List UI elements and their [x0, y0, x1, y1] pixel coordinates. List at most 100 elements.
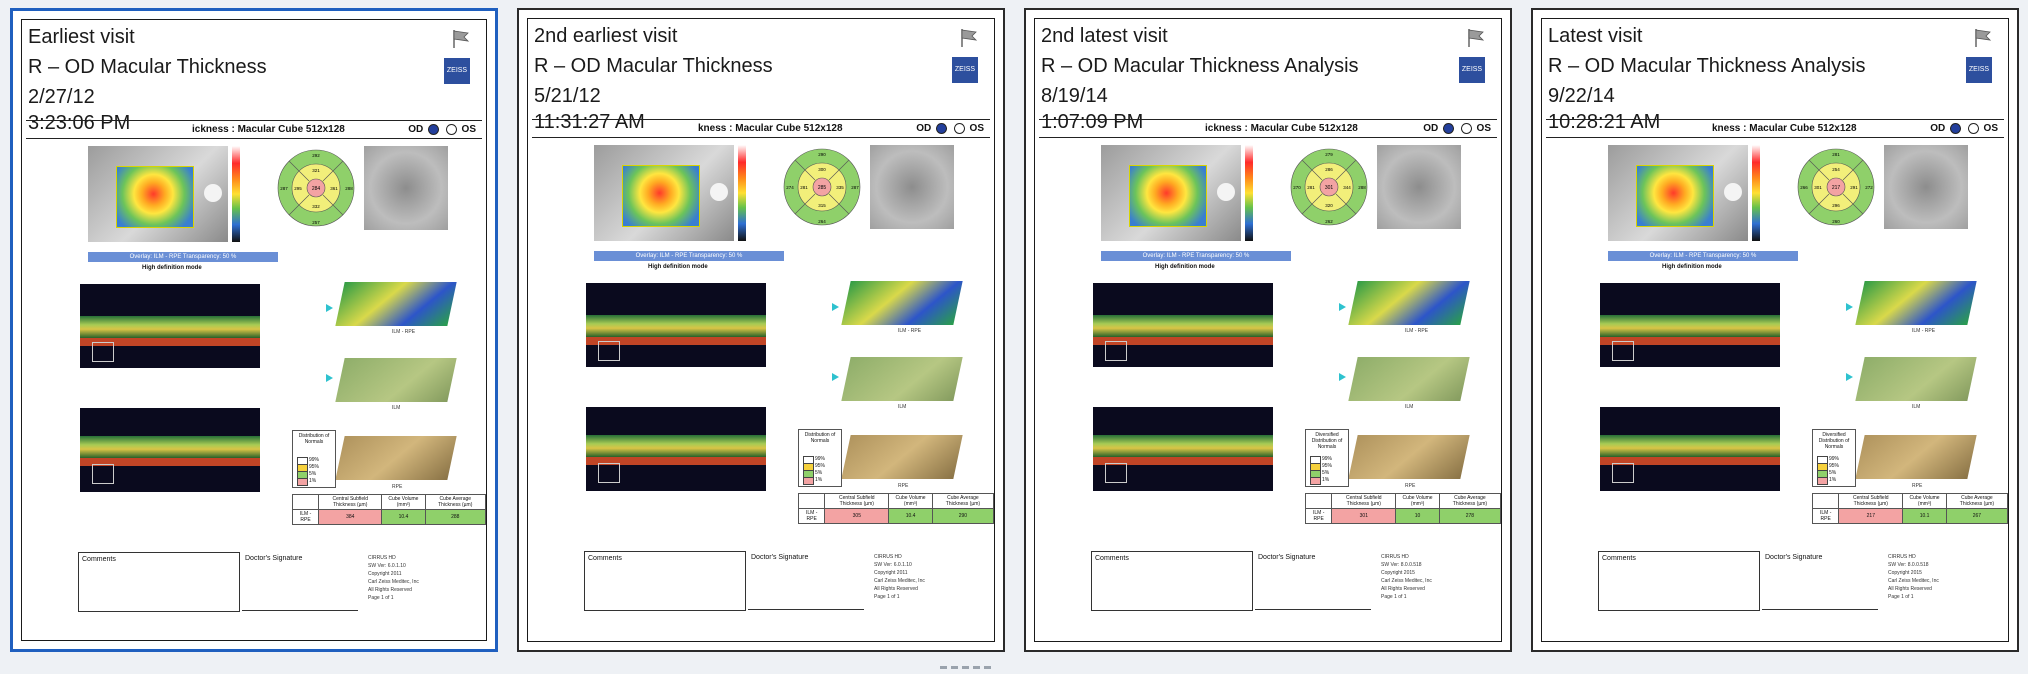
scan-title: kness : Macular Cube 512x128: [698, 123, 843, 134]
legend-label: 5%: [1829, 470, 1837, 476]
comments-box[interactable]: Comments: [1091, 551, 1253, 611]
visit-card[interactable]: Earliest visit R – OD Macular Thickness …: [10, 8, 498, 652]
os-radio[interactable]: [953, 123, 965, 134]
legend-label: 1%: [815, 477, 823, 483]
signature-box[interactable]: Doctor's Signature: [242, 552, 358, 611]
map-arrow-icon: [326, 304, 333, 312]
overlay-bar[interactable]: Overlay: ILM - RPE Transparency: 50 %: [1101, 251, 1291, 261]
divider: [1039, 119, 1497, 120]
comments-box[interactable]: Comments: [584, 551, 746, 611]
distribution-legend: Diversified Distribution of Normals 99% …: [1305, 429, 1349, 487]
etdrs-inner-superior: 321: [312, 168, 320, 173]
scale-marker: [598, 341, 620, 361]
etdrs-inner-nasal: 361: [330, 186, 338, 191]
comments-box[interactable]: Comments: [1598, 551, 1760, 611]
report-footer: Comments Doctor's Signature CIRRUS HD SW…: [1598, 551, 1988, 611]
map-caption: ILM: [1405, 404, 1414, 410]
legend-label: 99%: [1829, 456, 1840, 462]
etdrs-outer-superior: 290: [818, 152, 826, 157]
retina-band: [1093, 315, 1273, 337]
divider: [26, 138, 482, 139]
os-label: OS: [1983, 123, 1998, 135]
map-3d-rpe: [841, 435, 963, 479]
signature-box[interactable]: Doctor's Signature: [1255, 551, 1371, 610]
optic-disc: [204, 184, 222, 202]
thickness-overlay: [1129, 165, 1207, 227]
bscan-horizontal: [1600, 283, 1780, 367]
scroll-dot: [962, 666, 969, 669]
overlay-bar[interactable]: Overlay: ILM - RPE Transparency: 50 %: [88, 252, 278, 262]
od-radio[interactable]: [427, 124, 439, 135]
etdrs-outer-superior: 279: [1325, 152, 1333, 157]
footer-line: Copyright 2011: [874, 570, 908, 576]
legend-label: 99%: [815, 456, 826, 462]
etdrs-outer-temporal: 274: [786, 185, 794, 190]
report-title: R – OD Macular Thickness: [28, 56, 267, 78]
software-info: CIRRUS HD SW Ver: 8.0.0.518 Copyright 20…: [1381, 553, 1432, 601]
report-page: Earliest visit R – OD Macular Thickness …: [21, 19, 487, 641]
report-page: Latest visit R – OD Macular Thickness An…: [1541, 18, 2009, 642]
overlay-bar[interactable]: Overlay: ILM - RPE Transparency: 50 %: [1608, 251, 1798, 261]
flag-icon[interactable]: [1465, 27, 1487, 49]
signature-label: Doctor's Signature: [1258, 554, 1316, 561]
slo-image: [364, 146, 448, 230]
flag-icon[interactable]: [958, 27, 980, 49]
legend-swatch: [1817, 477, 1828, 485]
overlay-bar[interactable]: Overlay: ILM - RPE Transparency: 50 %: [594, 251, 784, 261]
slo-image: [1884, 145, 1968, 229]
optic-disc: [710, 183, 728, 201]
comments-box[interactable]: Comments: [78, 552, 240, 612]
od-radio[interactable]: [1442, 123, 1454, 134]
table-cell: 10: [1395, 508, 1440, 524]
retina-band: [586, 435, 766, 457]
etdrs-inner-temporal: 301: [1814, 185, 1822, 190]
od-label: OD: [1930, 123, 1946, 135]
scroll-indicator[interactable]: [940, 656, 1020, 669]
map-arrow-icon: [1846, 373, 1853, 381]
thickness-overlay: [116, 166, 194, 228]
report-page: 2nd earliest visit R – OD Macular Thickn…: [527, 18, 995, 642]
etdrs-outer-inferior: 260: [1832, 219, 1840, 224]
map-3d-ilm-rpe: [1855, 281, 1977, 325]
etdrs-outer-nasal: 287: [851, 185, 859, 190]
scan-title: ickness : Macular Cube 512x128: [192, 124, 345, 135]
visit-card[interactable]: Latest visit R – OD Macular Thickness An…: [1531, 8, 2019, 652]
etdrs-inner-inferior: 332: [312, 204, 320, 209]
table-header: Central Subfield Thickness (µm): [318, 494, 383, 510]
retina-band: [586, 315, 766, 337]
footer-line: SW Ver: 8.0.0.518: [1381, 562, 1422, 568]
visit-card[interactable]: 2nd earliest visit R – OD Macular Thickn…: [517, 8, 1005, 652]
flag-icon[interactable]: [450, 28, 472, 50]
os-radio[interactable]: [445, 124, 457, 135]
scale-marker: [598, 463, 620, 483]
optic-disc: [1217, 183, 1235, 201]
eye-selector: OD OS: [408, 124, 476, 135]
od-radio[interactable]: [935, 123, 947, 134]
slo-image: [1377, 145, 1461, 229]
etdrs-outer-temporal: 287: [280, 186, 288, 191]
flag-icon[interactable]: [1972, 27, 1994, 49]
visit-card[interactable]: 2nd latest visit R – OD Macular Thicknes…: [1024, 8, 1512, 652]
os-radio[interactable]: [1967, 123, 1979, 134]
etdrs-outer-inferior: 262: [1325, 219, 1333, 224]
map-3d-rpe: [1348, 435, 1470, 479]
signature-box[interactable]: Doctor's Signature: [748, 551, 864, 610]
os-radio[interactable]: [1460, 123, 1472, 134]
etdrs-inner-inferior: 320: [1325, 203, 1333, 208]
table-header: Central Subfield Thickness (µm): [1838, 493, 1904, 509]
retina-band: [80, 436, 260, 458]
od-radio[interactable]: [1949, 123, 1961, 134]
map-3d-rpe: [1855, 435, 1977, 479]
footer-line: Carl Zeiss Meditec, Inc: [1381, 578, 1432, 584]
footer-line: CIRRUS HD: [368, 555, 396, 561]
table-cell: 10.4: [888, 508, 933, 524]
thickness-table: Central Subfield Thickness (µm) Cube Vol…: [1811, 493, 2008, 524]
footer-line: Copyright 2015: [1381, 570, 1415, 576]
signature-box[interactable]: Doctor's Signature: [1762, 551, 1878, 610]
thickness-colorbar: [1752, 145, 1760, 241]
footer-line: SW Ver: 6.0.1.10: [874, 562, 912, 568]
etdrs-outer-nasal: 288: [345, 186, 353, 191]
retina-band: [1600, 315, 1780, 337]
report-title: R – OD Macular Thickness Analysis: [1548, 55, 1866, 77]
scale-marker: [92, 342, 114, 362]
